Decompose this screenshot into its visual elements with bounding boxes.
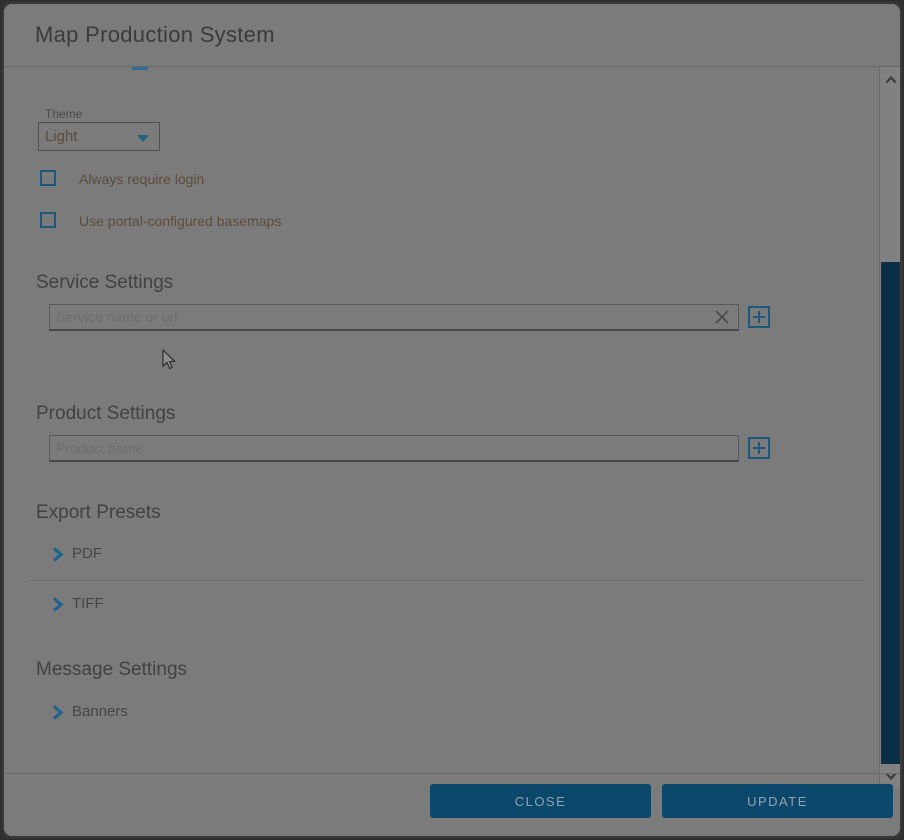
preset-label: TIFF bbox=[72, 595, 104, 612]
theme-label: Theme bbox=[45, 107, 82, 121]
preset-divider bbox=[29, 580, 864, 581]
always-require-login-checkbox[interactable] bbox=[40, 170, 56, 186]
theme-select[interactable]: Light bbox=[38, 122, 160, 151]
always-require-login-label: Always require login bbox=[79, 171, 204, 187]
chevron-right-icon bbox=[52, 547, 64, 567]
export-presets-title: Export Presets bbox=[36, 502, 161, 524]
vertical-scrollbar[interactable] bbox=[879, 67, 900, 789]
portal-basemaps-checkbox[interactable] bbox=[40, 212, 56, 228]
product-name-input[interactable] bbox=[49, 435, 739, 462]
update-button[interactable]: UPDATE bbox=[662, 784, 893, 818]
preset-label: Banners bbox=[72, 703, 128, 720]
mouse-cursor bbox=[161, 349, 177, 376]
theme-select-value: Light bbox=[45, 128, 78, 145]
dialog-footer: CLOSE UPDATE bbox=[4, 773, 900, 836]
chevron-right-icon bbox=[52, 597, 64, 617]
preset-label: PDF bbox=[72, 545, 102, 562]
service-name-input[interactable] bbox=[49, 304, 739, 331]
dialog-scroll-content: Theme Light Always require login Use por… bbox=[4, 67, 878, 769]
plus-icon bbox=[752, 441, 766, 455]
plus-icon bbox=[752, 310, 766, 324]
chevron-right-icon bbox=[52, 705, 64, 725]
dialog-title: Map Production System bbox=[35, 4, 275, 66]
scrollbar-thumb[interactable] bbox=[881, 262, 900, 764]
close-button[interactable]: CLOSE bbox=[430, 784, 651, 818]
service-settings-title: Service Settings bbox=[36, 272, 173, 294]
chevron-down-icon bbox=[137, 135, 149, 142]
message-settings-title: Message Settings bbox=[36, 659, 187, 681]
dialog-header: Map Production System bbox=[4, 4, 900, 66]
add-service-button[interactable] bbox=[748, 306, 770, 328]
add-product-button[interactable] bbox=[748, 437, 770, 459]
map-production-system-dialog: Map Production System Theme Light Always… bbox=[2, 2, 902, 838]
scroll-up-icon[interactable] bbox=[880, 71, 901, 89]
portal-basemaps-label: Use portal-configured basemaps bbox=[79, 213, 281, 229]
clear-input-icon[interactable] bbox=[713, 308, 731, 326]
product-settings-title: Product Settings bbox=[36, 403, 175, 425]
